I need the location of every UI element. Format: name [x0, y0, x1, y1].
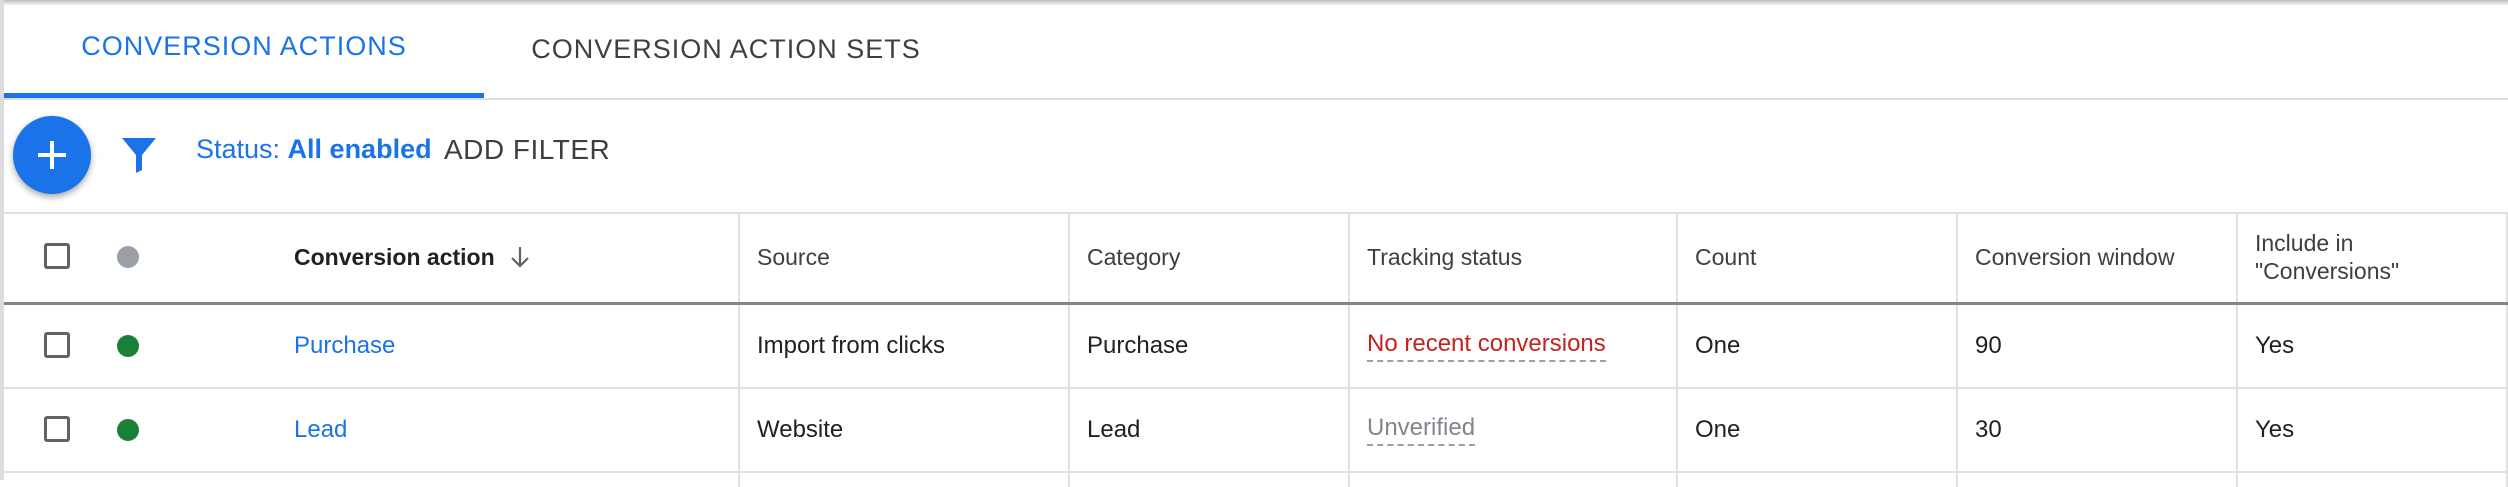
enabled-status-dot-icon [117, 419, 139, 441]
add-conversion-action-button[interactable] [13, 116, 91, 194]
status-filter-chip[interactable]: Status: All enabled [196, 134, 432, 165]
table-row[interactable]: Lead Website Lead Unverified One 30 Yes [4, 389, 2508, 473]
conversion-action-name-cell: Purchase [294, 305, 734, 387]
conversion-action-link[interactable]: Purchase [294, 332, 395, 360]
sort-down-arrow-icon [510, 247, 529, 268]
category-cell: Lead [1068, 389, 1348, 471]
enabled-status-dot-icon [117, 335, 139, 357]
tracking-status-link[interactable]: Unverified [1367, 414, 1476, 446]
conversion-action-link[interactable]: Lead [294, 416, 347, 444]
source-cell: Import from clicks [738, 305, 1068, 387]
include-header-line1: Include in [2255, 230, 2354, 256]
partial-divider [2236, 473, 2508, 487]
include-in-conversions-cell: Yes [2236, 305, 2508, 387]
include-in-conversions-cell: Yes [2236, 389, 2508, 471]
select-all-checkbox[interactable] [44, 243, 70, 269]
count-cell: One [1676, 305, 1956, 387]
column-header-include-in-conversions[interactable]: Include in "Conversions" [2236, 212, 2508, 302]
plus-icon [38, 141, 66, 169]
column-header-conversion-action-label: Conversion action [294, 243, 495, 270]
conversion-actions-table: Conversion action Source Category Tracki… [4, 212, 2508, 487]
status-filter-prefix: Status: [196, 134, 288, 164]
column-header-conversion-window[interactable]: Conversion window [1956, 212, 2236, 302]
column-header-tracking-status[interactable]: Tracking status [1348, 212, 1676, 302]
column-header-source[interactable]: Source [738, 212, 1068, 302]
tab-conversion-action-sets[interactable]: CONVERSION ACTION SETS [484, 0, 968, 98]
partial-divider [1676, 473, 1956, 487]
toolbar: Status: All enabled ADD FILTER [0, 100, 2508, 214]
row-checkbox[interactable] [44, 416, 70, 442]
partial-divider [1348, 473, 1676, 487]
column-header-conversion-action[interactable]: Conversion action [294, 212, 734, 302]
include-header-line2: "Conversions" [2255, 258, 2400, 284]
row-checkbox[interactable] [44, 332, 70, 358]
table-row-partial [4, 473, 2508, 487]
tab-bar: CONVERSION ACTIONS CONVERSION ACTION SET… [4, 0, 2508, 100]
conversion-window-cell: 30 [1956, 389, 2236, 471]
conversion-window-cell: 90 [1956, 305, 2236, 387]
source-cell: Website [738, 389, 1068, 471]
add-filter-button[interactable]: ADD FILTER [444, 134, 610, 166]
count-cell: One [1676, 389, 1956, 471]
category-cell: Purchase [1068, 305, 1348, 387]
column-header-count[interactable]: Count [1676, 212, 1956, 302]
tracking-status-cell: Unverified [1348, 389, 1676, 471]
tracking-status-link[interactable]: No recent conversions [1367, 330, 1606, 362]
funnel-icon[interactable] [121, 136, 157, 174]
partial-divider [1956, 473, 2236, 487]
status-column-dot-icon [117, 246, 139, 268]
conversion-action-name-cell: Lead [294, 389, 734, 471]
tracking-status-cell: No recent conversions [1348, 305, 1676, 387]
status-filter-value: All enabled [287, 134, 432, 164]
column-header-category[interactable]: Category [1068, 212, 1348, 302]
table-header-row: Conversion action Source Category Tracki… [4, 212, 2508, 305]
partial-divider [738, 473, 1068, 487]
table-row[interactable]: Purchase Import from clicks Purchase No … [4, 305, 2508, 389]
partial-divider [1068, 473, 1348, 487]
tab-conversion-actions[interactable]: CONVERSION ACTIONS [4, 0, 484, 98]
